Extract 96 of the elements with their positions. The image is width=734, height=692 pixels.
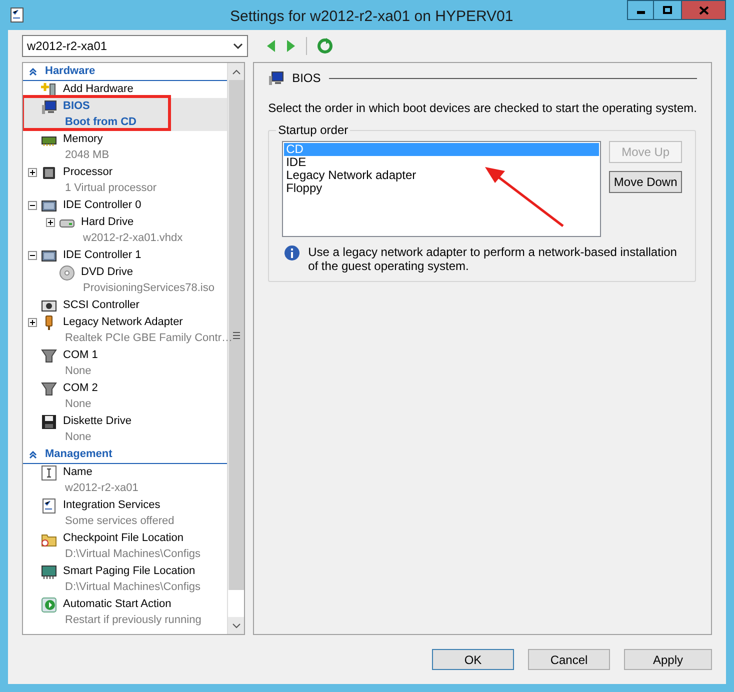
item-title: DVD Drive <box>81 265 133 280</box>
monitor-icon <box>268 70 284 86</box>
double-chevron-up-icon[interactable] <box>29 68 37 76</box>
sidebar-item[interactable]: COM 2 None <box>23 380 228 413</box>
item-title: BIOS <box>63 99 90 114</box>
item-subtitle: ProvisioningServices78.iso <box>83 281 214 296</box>
item-title: SCSI Controller <box>63 298 140 314</box>
item-title: IDE Controller 1 <box>63 248 142 264</box>
sidebar-item[interactable]: IDE Controller 1 <box>23 247 228 264</box>
item-subtitle: D:\Virtual Machines\Configs <box>65 580 201 596</box>
item-subtitle: None <box>65 397 92 412</box>
add-hardware-icon <box>41 82 57 98</box>
sidebar-item[interactable]: COM 1 None <box>23 347 228 380</box>
monitor-icon <box>41 98 57 114</box>
sidebar-item[interactable]: Processor 1 Virtual processor <box>23 164 228 197</box>
play-icon <box>41 596 57 612</box>
collapse-icon[interactable] <box>28 251 37 260</box>
item-subtitle: 2048 MB <box>65 148 110 164</box>
item-title: Memory <box>63 132 103 148</box>
chevron-down-icon[interactable] <box>232 622 241 628</box>
list-item[interactable]: Floppy <box>284 182 600 195</box>
sidebar-item[interactable]: Automatic Start Action Restart if previously running <box>23 596 228 629</box>
port-icon <box>41 348 57 364</box>
sidebar-item[interactable]: IDE Controller 0 <box>23 197 228 214</box>
list-item[interactable]: IDE <box>284 156 600 169</box>
item-subtitle: None <box>65 364 92 380</box>
window-title: Settings for w2012-r2-xa01 on HYPERV01 <box>230 7 514 27</box>
sidebar-item[interactable]: Smart Paging File Location D:\Virtual Machines\Configs <box>23 563 228 596</box>
memory-icon <box>41 564 57 580</box>
item-subtitle: None <box>65 430 92 446</box>
item-subtitle: Boot from CD <box>65 115 136 130</box>
item-subtitle: Some services offered <box>65 514 174 530</box>
item-title: Smart Paging File Location <box>63 564 196 580</box>
port-icon <box>41 380 57 396</box>
item-title: Hard Drive <box>81 215 134 230</box>
item-title: Legacy Network Adapter <box>63 315 183 330</box>
sidebar-item[interactable]: DVD Drive ProvisioningServices78.iso <box>23 264 228 297</box>
section-header: Management <box>45 447 112 462</box>
sidebar-item[interactable]: Name w2012-r2-xa01 <box>23 464 228 497</box>
item-subtitle: Restart if previously running <box>65 613 202 628</box>
item-subtitle: 1 Virtual processor <box>65 181 157 196</box>
panel-heading: BIOS <box>292 70 321 87</box>
double-chevron-up-icon[interactable] <box>29 450 37 458</box>
sidebar-item[interactable]: SCSI Controller <box>23 297 228 314</box>
item-subtitle: Realtek PCIe GBE Family Contr… <box>65 331 232 346</box>
vm-select[interactable]: w2012-r2-xa01 <box>22 35 248 57</box>
item-title: IDE Controller 0 <box>63 198 142 214</box>
dialog-button[interactable]: OK <box>432 649 514 670</box>
item-subtitle: D:\Virtual Machines\Configs <box>65 547 201 562</box>
info-icon <box>284 245 300 261</box>
settings-icon <box>9 7 25 23</box>
item-title: COM 1 <box>63 348 98 364</box>
item-title: Processor <box>63 165 113 180</box>
sidebar-item[interactable]: Memory 2048 MB <box>23 131 228 164</box>
item-subtitle: w2012-r2-xa01 <box>65 481 138 496</box>
list-item[interactable]: Legacy Network adapter <box>284 169 600 182</box>
item-title: Name <box>63 465 92 480</box>
dialog-button[interactable]: Cancel <box>528 649 610 670</box>
minimize-button[interactable] <box>627 0 654 20</box>
sidebar-item[interactable]: BIOS Boot from CD <box>23 98 228 131</box>
scsi-controller-icon <box>41 298 57 314</box>
dialog-button[interactable]: Apply <box>624 649 712 670</box>
sidebar-item[interactable]: Checkpoint File Location D:\Virtual Machines\Configs <box>23 530 228 563</box>
floppy-icon <box>41 414 57 430</box>
item-title: Automatic Start Action <box>63 597 172 612</box>
chip-icon <box>41 164 57 180</box>
expand-icon[interactable] <box>28 168 37 177</box>
collapse-icon[interactable] <box>28 201 37 210</box>
sidebar-item[interactable]: Hard Drive w2012-r2-xa01.vhdx <box>23 214 228 247</box>
item-title: Integration Services <box>63 498 160 514</box>
item-title: COM 2 <box>63 381 98 396</box>
text-cursor-icon <box>41 464 57 480</box>
info-text: Use a legacy network adapter to perform a network-based installation of the guest operating system. <box>308 245 678 273</box>
description: Select the order in which boot devices are checked to start the operating system. <box>268 100 697 117</box>
section-header: Hardware <box>45 64 96 80</box>
chevron-up-icon[interactable] <box>232 68 241 74</box>
close-button[interactable] <box>681 0 726 20</box>
controller-icon <box>41 248 57 264</box>
item-title: Diskette Drive <box>63 414 132 430</box>
checklist-icon <box>41 498 57 514</box>
expand-icon[interactable] <box>46 218 55 227</box>
controller-icon <box>41 198 57 214</box>
refresh-icon[interactable] <box>317 38 333 54</box>
item-subtitle: w2012-r2-xa01.vhdx <box>83 231 183 246</box>
item-title: Add Hardware <box>63 82 134 98</box>
chevron-down-icon <box>233 43 243 49</box>
sidebar-item[interactable]: Integration Services Some services offered <box>23 497 228 530</box>
close-icon <box>698 6 708 14</box>
disc-icon <box>59 264 75 280</box>
sidebar-item[interactable]: Add Hardware <box>23 81 228 98</box>
maximize-button[interactable] <box>654 0 681 20</box>
expand-icon[interactable] <box>28 318 37 327</box>
move-button[interactable]: Move Down <box>609 171 682 193</box>
group-title: Startup order <box>276 123 350 137</box>
sidebar-item[interactable]: Diskette Drive None <box>23 413 228 446</box>
item-title: Checkpoint File Location <box>63 531 184 546</box>
